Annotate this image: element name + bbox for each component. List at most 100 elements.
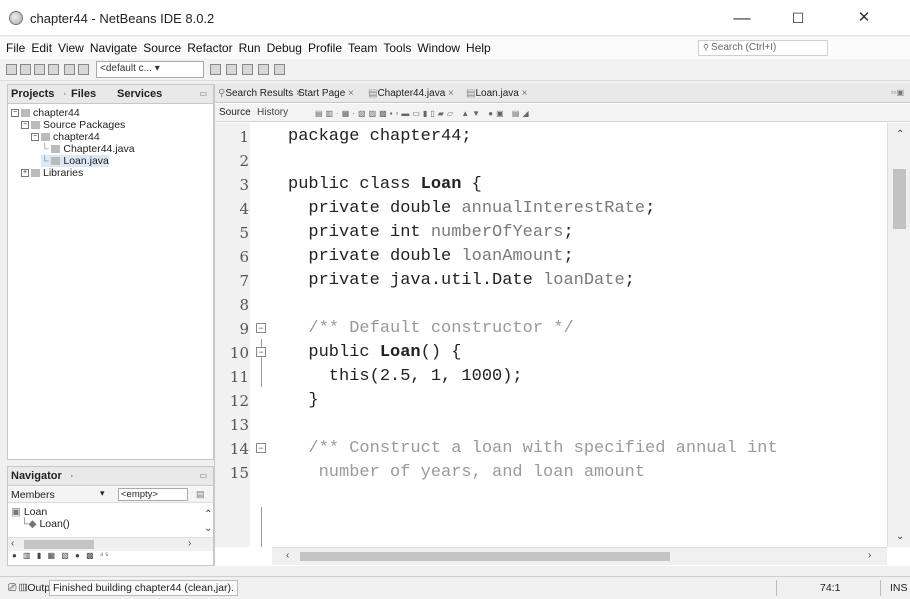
tree-item[interactable]: − chapter44: [11, 107, 80, 119]
scroll-right-arrow-icon[interactable]: ›: [868, 550, 871, 561]
tree-item[interactable]: └ Chapter44.java: [41, 143, 135, 155]
navigator-title[interactable]: Navigator: [11, 470, 62, 482]
close-tab-icon[interactable]: ×: [519, 88, 528, 99]
editor-tab[interactable]: ▤Loan.java ×: [466, 88, 527, 99]
redo-icon[interactable]: [78, 64, 89, 75]
menu-view[interactable]: View: [58, 37, 84, 55]
menu-profile[interactable]: Profile: [308, 37, 342, 55]
code-token: private double: [288, 247, 462, 266]
expand-icon[interactable]: +: [21, 169, 29, 178]
configuration-select[interactable]: <default c... ▾: [96, 61, 204, 78]
minimize-navigator-icon[interactable]: ▭: [199, 471, 207, 480]
debug-icon[interactable]: [258, 64, 269, 75]
collapse-icon[interactable]: −: [21, 121, 29, 130]
scrollbar-thumb[interactable]: [893, 169, 906, 229]
menu-window[interactable]: Window: [417, 37, 460, 55]
code-area[interactable]: package chapter44; public class Loan { pr…: [272, 123, 887, 547]
close-tab-icon[interactable]: ×: [345, 88, 354, 99]
maximize-button[interactable]: ☐: [778, 6, 818, 30]
tab-files[interactable]: Files: [71, 88, 96, 100]
members-dropdown-icon[interactable]: ▾: [100, 488, 105, 499]
source-tab[interactable]: Source: [219, 107, 251, 118]
run-icon[interactable]: [242, 64, 253, 75]
editor-tab[interactable]: ▤Chapter44.java ×: [368, 88, 454, 99]
scrollbar-thumb[interactable]: [24, 540, 94, 549]
code-line[interactable]: private int numberOfYears;: [288, 221, 573, 245]
profile-icon[interactable]: [274, 64, 285, 75]
navigator-close-icon[interactable]: ·: [70, 470, 74, 482]
tree-item[interactable]: − Source Packages: [21, 119, 125, 131]
menu-edit[interactable]: Edit: [31, 37, 52, 55]
tree-item[interactable]: └ Loan.java: [41, 155, 109, 167]
menu-team[interactable]: Team: [348, 37, 377, 55]
code-line[interactable]: this(2.5, 1, 1000);: [288, 365, 523, 389]
code-line[interactable]: /** Construct a loan with specified annu…: [288, 437, 777, 461]
code-line[interactable]: }: [288, 389, 318, 413]
editor-vertical-scrollbar[interactable]: ⌃ ⌄: [887, 123, 910, 547]
menu-navigate[interactable]: Navigate: [90, 37, 137, 55]
scroll-down-arrow-icon[interactable]: ⌄: [204, 523, 212, 534]
open-project-icon[interactable]: [34, 64, 45, 75]
close-tab-icon[interactable]: ×: [445, 88, 454, 99]
editor-tab[interactable]: Start Page ×: [298, 88, 354, 99]
fold-toggle-icon[interactable]: −: [256, 317, 266, 341]
fold-toggle-icon[interactable]: −: [256, 437, 266, 461]
tree-item-label: Source Packages: [43, 119, 126, 131]
menu-debug[interactable]: Debug: [267, 37, 302, 55]
members-filter-select[interactable]: <empty>: [118, 488, 188, 501]
undo-icon[interactable]: [64, 64, 75, 75]
code-line[interactable]: private double annualInterestRate;: [288, 197, 655, 221]
menu-run[interactable]: Run: [239, 37, 261, 55]
navigator-item[interactable]: ▣ Loan: [11, 506, 47, 518]
collapse-icon[interactable]: −: [11, 109, 19, 118]
navigator-filter-icons[interactable]: ● ▥ ▮ ▦ ▧ ● ▩ ⁴⁵: [12, 551, 111, 560]
insert-mode[interactable]: INS: [890, 582, 908, 594]
code-line[interactable]: private double loanAmount;: [288, 245, 573, 269]
code-token: private double: [288, 199, 462, 218]
menu-help[interactable]: Help: [466, 37, 491, 55]
scroll-up-arrow-icon[interactable]: ⌃: [896, 129, 904, 140]
menu-refactor[interactable]: Refactor: [187, 37, 232, 55]
build-icon[interactable]: [210, 64, 221, 75]
new-project-icon[interactable]: [20, 64, 31, 75]
scroll-up-arrow-icon[interactable]: ⌃: [204, 509, 212, 520]
tree-item[interactable]: + Libraries: [21, 167, 83, 179]
minimize-window-group-icon[interactable]: ▭: [199, 89, 207, 98]
scroll-left-arrow-icon[interactable]: ‹: [286, 550, 289, 561]
code-line[interactable]: public Loan() {: [288, 341, 461, 365]
code-line[interactable]: private java.util.Date loanDate;: [288, 269, 634, 293]
filter-options-icon[interactable]: ▤: [196, 489, 205, 500]
close-button[interactable]: ✕: [844, 6, 884, 30]
new-file-icon[interactable]: [6, 64, 17, 75]
code-line[interactable]: number of years, and loan amount: [288, 461, 645, 485]
menu-tools[interactable]: Tools: [383, 37, 411, 55]
editor-horizontal-scrollbar[interactable]: ‹ ›: [272, 547, 887, 565]
clean-build-icon[interactable]: [226, 64, 237, 75]
navigator-item[interactable]: └◆ Loan(): [21, 518, 70, 530]
scroll-down-arrow-icon[interactable]: ⌄: [896, 531, 904, 542]
menu-source[interactable]: Source: [143, 37, 181, 55]
code-token: {: [461, 175, 482, 194]
code-line[interactable]: public class Loan {: [288, 173, 482, 197]
history-tab[interactable]: History: [257, 107, 288, 118]
scroll-right-arrow-icon[interactable]: ›: [188, 538, 191, 549]
editor-action-icons[interactable]: ▤▥·▦·▧▨▩▪▫▬▭▮▯▰▱ ▲▼ ●▣ ▤◢: [315, 109, 532, 118]
quick-search-input[interactable]: ⚲ Search (Ctrl+I): [698, 40, 828, 56]
menu-file[interactable]: File: [6, 37, 25, 55]
tab-list-icon[interactable]: ▫▫▣: [891, 88, 904, 97]
fold-toggle-icon[interactable]: −: [256, 341, 266, 365]
tab-services[interactable]: Services: [117, 88, 162, 100]
scroll-left-arrow-icon[interactable]: ‹: [11, 538, 14, 549]
fold-guide-line: [261, 507, 262, 547]
code-line[interactable]: /** Default constructor */: [288, 317, 573, 341]
tab-projects[interactable]: Projects: [11, 88, 54, 100]
code-line[interactable]: package chapter44;: [288, 125, 472, 149]
editor-tab[interactable]: ⚲Search Results ×: [218, 88, 302, 99]
save-all-icon[interactable]: [48, 64, 59, 75]
status-message: Finished building chapter44 (clean,jar).: [49, 580, 238, 596]
scrollbar-thumb[interactable]: [300, 552, 670, 561]
minimize-button[interactable]: —: [722, 6, 762, 30]
tree-item[interactable]: − chapter44: [31, 131, 100, 143]
collapse-icon[interactable]: −: [31, 133, 39, 142]
navigator-horizontal-scrollbar[interactable]: ‹ ›: [8, 537, 213, 551]
